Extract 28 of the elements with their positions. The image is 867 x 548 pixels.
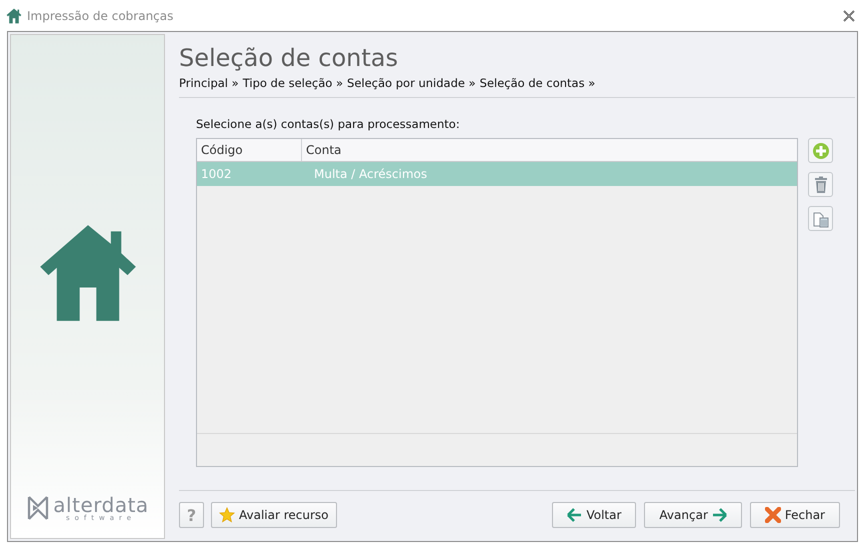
breadcrumb-link[interactable]: Tipo de seleção » <box>242 76 344 90</box>
breadcrumb-link[interactable]: Seleção por unidade » <box>347 76 476 90</box>
add-icon <box>812 142 830 160</box>
prompt-label: Selecione a(s) contas(s) para processamento: <box>196 117 461 131</box>
close-button[interactable]: Fechar <box>750 502 840 528</box>
back-button[interactable]: Voltar <box>552 502 636 528</box>
rate-button[interactable]: Avaliar recurso <box>211 502 337 528</box>
copy-button[interactable] <box>808 206 833 231</box>
left-arrow-icon <box>567 508 582 522</box>
home-icon <box>6 8 22 24</box>
column-header[interactable]: Conta <box>302 139 797 161</box>
table-cell-text: Multa / Acréscimos <box>313 167 428 181</box>
next-button[interactable]: Avançar <box>644 502 742 528</box>
copy-icon <box>812 210 830 228</box>
window-title: Impressão de cobranças <box>27 8 174 22</box>
cross-icon <box>764 507 781 523</box>
add-button[interactable] <box>808 138 833 163</box>
delete-button[interactable] <box>808 172 833 197</box>
breadcrumb-link[interactable]: Seleção de contas » <box>480 76 596 90</box>
close-button[interactable] <box>841 8 857 24</box>
breadcrumb-link[interactable]: Principal » <box>179 76 239 90</box>
table-cell-text: 1002 <box>200 167 233 181</box>
right-arrow-icon <box>712 508 727 522</box>
logo-text: alterdata <box>53 494 149 514</box>
logo-icon <box>26 494 50 522</box>
star-icon <box>219 507 235 523</box>
column-header[interactable]: Código <box>197 139 302 161</box>
page-title: Seleção de contas <box>179 43 399 73</box>
